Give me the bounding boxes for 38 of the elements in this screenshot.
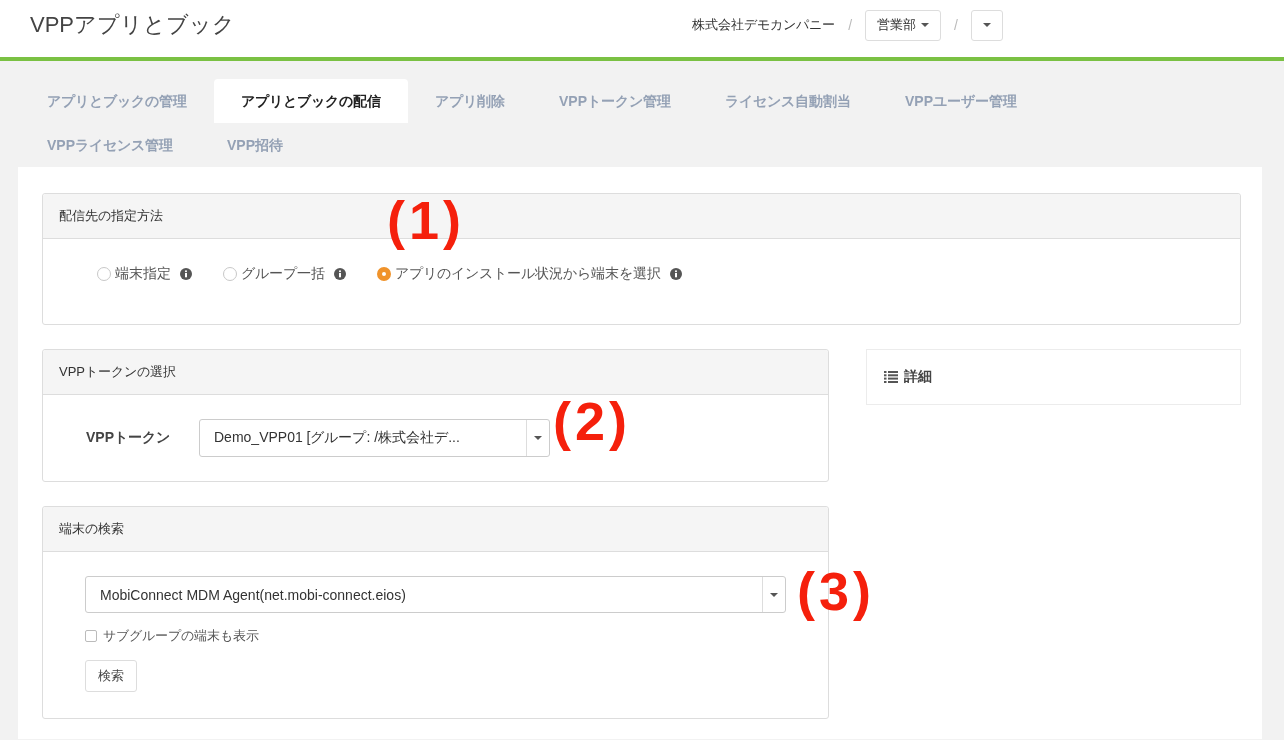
tab[interactable]: アプリ削除: [408, 79, 532, 123]
caret-icon: [921, 23, 930, 27]
app-select[interactable]: MobiConnect MDM Agent(net.mobi-connect.eios): [85, 576, 786, 613]
radio-button[interactable]: [223, 267, 237, 281]
info-icon: [670, 268, 682, 280]
details-title: 詳細: [904, 368, 932, 386]
info-icon: [180, 268, 192, 280]
checkbox[interactable]: [85, 630, 97, 642]
field-label: VPPトークン: [86, 428, 171, 447]
caret-icon: [770, 592, 778, 597]
radio-label: グループ一括: [241, 265, 325, 283]
radio-label: アプリのインストール状況から端末を選択: [395, 265, 661, 283]
dropdown-button[interactable]: [971, 9, 1003, 41]
token-select[interactable]: Demo_VPP01 [グループ: /株式会社デ...: [199, 419, 550, 457]
radio-button[interactable]: [97, 267, 111, 281]
checkbox-label: サブグループの端末も表示: [103, 627, 259, 645]
tab[interactable]: VPPユーザー管理: [878, 79, 1045, 123]
panel-title: VPPトークンの選択: [59, 363, 176, 381]
search-button[interactable]: 検索: [85, 660, 137, 692]
tab[interactable]: アプリとブックの配信: [214, 79, 408, 123]
caret-icon: [534, 436, 542, 440]
radio-button[interactable]: [377, 267, 391, 281]
tab[interactable]: VPP招待: [200, 123, 311, 167]
panel-title: 配信先の指定方法: [59, 207, 163, 225]
breadcrumb-separator: /: [954, 17, 958, 33]
tab[interactable]: アプリとブックの管理: [20, 79, 214, 123]
tab[interactable]: VPPライセンス管理: [20, 123, 200, 167]
info-icon: [334, 268, 346, 280]
company-name: 株式会社デモカンパニー: [692, 16, 836, 34]
panel-title: 端末の検索: [59, 520, 124, 538]
breadcrumb-separator: /: [848, 17, 853, 33]
radio-label: 端末指定: [115, 265, 171, 283]
list-icon: [884, 371, 898, 383]
tab[interactable]: ライセンス自動割当: [698, 79, 878, 123]
page-title: VPPアプリとブック: [30, 11, 236, 39]
caret-icon: [983, 23, 991, 27]
dropdown-button[interactable]: 営業部: [865, 9, 942, 41]
tab[interactable]: VPPトークン管理: [532, 79, 698, 123]
